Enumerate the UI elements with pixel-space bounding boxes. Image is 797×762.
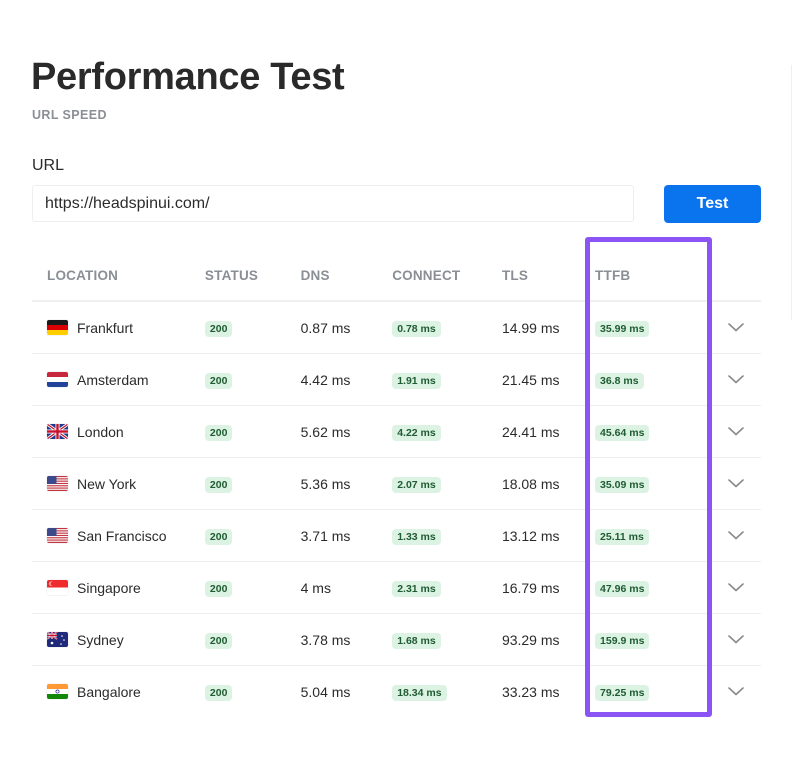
tls-value: 13.12 ms	[501, 509, 591, 562]
page-title: Performance Test	[31, 56, 345, 98]
ttfb-badge: 47.96 ms	[595, 580, 650, 597]
connect-badge: 18.34 ms	[392, 684, 447, 701]
status-badge: 200	[204, 320, 233, 337]
column-header-dns: DNS	[300, 250, 393, 302]
location-name: New York	[77, 475, 137, 492]
tls-value: 16.79 ms	[501, 561, 591, 614]
india-flag-icon	[47, 684, 68, 699]
location-name: Singapore	[77, 579, 141, 596]
url-label: URL	[32, 157, 65, 174]
table-row: San Francisco 200 3.71 ms 1.33 ms 13.12 …	[32, 509, 761, 562]
chevron-down-icon[interactable]	[727, 685, 745, 697]
location-name: London	[77, 423, 124, 440]
chevron-down-icon[interactable]	[727, 373, 745, 385]
dns-value: 4.42 ms	[300, 353, 393, 406]
table-header-row: LOCATION STATUS DNS CONNECT TLS TTFB	[32, 250, 761, 302]
tls-value: 24.41 ms	[501, 405, 591, 458]
status-badge: 200	[204, 372, 233, 389]
table-row: Singapore 200 4 ms 2.31 ms 16.79 ms 47.9…	[32, 561, 761, 614]
location-name: San Francisco	[77, 527, 167, 544]
url-input[interactable]	[32, 185, 634, 222]
status-badge: 200	[204, 424, 233, 441]
connect-badge: 2.07 ms	[392, 476, 441, 493]
table-row: Sydney 200 3.78 ms 1.68 ms 93.29 ms 159.…	[32, 613, 761, 666]
scrollbar-track[interactable]	[791, 65, 792, 320]
ttfb-badge: 159.9 ms	[595, 632, 650, 649]
netherlands-flag-icon	[47, 372, 68, 387]
chevron-down-icon[interactable]	[727, 581, 745, 593]
connect-badge: 2.31 ms	[392, 580, 441, 597]
usa-flag-icon	[47, 476, 68, 491]
tls-value: 14.99 ms	[501, 301, 591, 354]
dns-value: 4 ms	[300, 561, 393, 614]
location-name: Sydney	[77, 631, 124, 648]
connect-badge: 1.68 ms	[392, 632, 441, 649]
australia-flag-icon	[47, 632, 68, 647]
dns-value: 0.87 ms	[300, 301, 393, 354]
status-badge: 200	[204, 476, 233, 493]
column-header-location: LOCATION	[32, 250, 205, 302]
column-header-ttfb: TTFB	[590, 250, 711, 302]
dns-value: 5.04 ms	[300, 683, 351, 700]
chevron-down-icon[interactable]	[727, 477, 745, 489]
table-row: Frankfurt 200 0.87 ms 0.78 ms 14.99 ms 3…	[32, 301, 761, 354]
page-subtitle: URL SPEED	[32, 108, 107, 122]
chevron-down-icon[interactable]	[727, 321, 745, 333]
column-header-tls: TLS	[501, 250, 591, 302]
tls-value: 18.08 ms	[501, 457, 591, 510]
usa-flag-icon	[47, 528, 68, 543]
uk-flag-icon	[47, 424, 68, 439]
dns-value: 5.62 ms	[300, 405, 393, 458]
ttfb-badge: 36.8 ms	[595, 372, 644, 389]
status-badge: 200	[204, 684, 233, 701]
location-name: Amsterdam	[77, 371, 149, 388]
connect-badge: 1.33 ms	[392, 528, 441, 545]
connect-badge: 4.22 ms	[392, 424, 441, 441]
status-badge: 200	[204, 580, 233, 597]
chevron-down-icon[interactable]	[727, 529, 745, 541]
column-header-connect: CONNECT	[392, 250, 502, 302]
dns-value: 3.71 ms	[300, 509, 393, 562]
tls-value: 93.29 ms	[501, 613, 591, 666]
chevron-down-icon[interactable]	[727, 425, 745, 437]
ttfb-badge: 35.99 ms	[595, 320, 650, 337]
location-name: Frankfurt	[77, 319, 134, 336]
dns-value: 3.78 ms	[300, 613, 393, 666]
ttfb-badge: 45.64 ms	[595, 424, 650, 441]
column-header-status: STATUS	[204, 250, 301, 302]
table-row: Bangalore 200 5.04 ms 18.34 ms 33.23 ms …	[32, 666, 761, 718]
tls-value: 33.23 ms	[501, 683, 560, 700]
connect-badge: 0.78 ms	[392, 320, 441, 337]
column-header-expand	[710, 250, 761, 302]
singapore-flag-icon	[47, 580, 68, 595]
table-row: London 200 5.62 ms 4.22 ms 24.41 ms 45.6…	[32, 405, 761, 458]
connect-badge: 1.91 ms	[392, 372, 441, 389]
ttfb-badge: 35.09 ms	[595, 476, 650, 493]
status-badge: 200	[204, 632, 233, 649]
test-button[interactable]: Test	[664, 185, 761, 223]
dns-value: 5.36 ms	[300, 457, 393, 510]
ttfb-badge: 79.25 ms	[595, 684, 650, 701]
chevron-down-icon[interactable]	[727, 633, 745, 645]
table-row: Amsterdam 200 4.42 ms 1.91 ms 21.45 ms 3…	[32, 353, 761, 406]
ttfb-badge: 25.11 ms	[595, 528, 649, 545]
status-badge: 200	[204, 528, 233, 545]
results-table: LOCATION STATUS DNS CONNECT TLS TTFB Fra…	[32, 250, 761, 717]
tls-value: 21.45 ms	[501, 353, 591, 406]
germany-flag-icon	[47, 320, 68, 335]
table-row: New York 200 5.36 ms 2.07 ms 18.08 ms 35…	[32, 457, 761, 510]
location-name: Bangalore	[77, 683, 141, 700]
